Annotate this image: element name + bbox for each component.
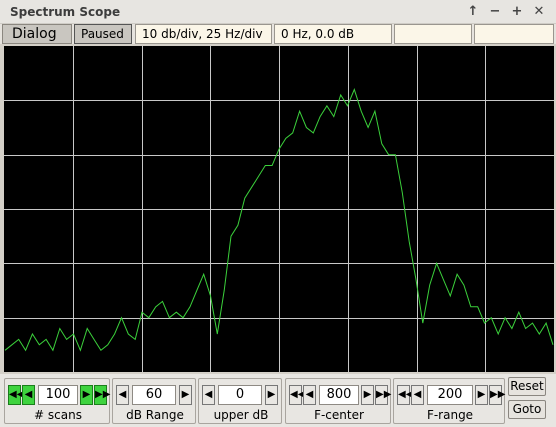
- f-range-fast-decrease-button[interactable]: ◀◀: [397, 385, 413, 405]
- upper-db-increase-button[interactable]: ▶: [265, 385, 278, 405]
- cursor-readout: 0 Hz, 0.0 dB: [274, 24, 392, 44]
- db-range-group: ◀ 60 ▶ dB Range: [112, 378, 196, 424]
- scans-decrease-button[interactable]: ◀: [22, 385, 35, 405]
- paused-button[interactable]: Paused: [74, 24, 132, 44]
- toolbar: Dialog Paused 10 db/div, 25 Hz/div 0 Hz,…: [0, 24, 556, 44]
- close-button[interactable]: ✕: [528, 3, 550, 21]
- db-range-decrease-button[interactable]: ◀: [116, 385, 129, 405]
- f-range-fast-increase-button[interactable]: ▶▶: [489, 385, 505, 405]
- scale-readout: 10 db/div, 25 Hz/div: [135, 24, 272, 44]
- db-range-value[interactable]: 60: [132, 385, 176, 405]
- f-range-value[interactable]: 200: [427, 385, 473, 405]
- f-range-label: F-range: [426, 408, 474, 422]
- dialog-button[interactable]: Dialog: [2, 24, 72, 44]
- f-range-group: ◀◀ ◀ 200 ▶ ▶▶ F-range: [393, 378, 505, 424]
- scans-group: ◀◀ ◀ 100 ▶ ▶▶ # scans: [4, 378, 110, 424]
- window-title: Spectrum Scope: [10, 5, 121, 19]
- scans-fast-increase-button[interactable]: ▶▶: [94, 385, 110, 405]
- upper-db-label: upper dB: [213, 408, 269, 422]
- f-center-label: F-center: [314, 408, 364, 422]
- title-bar: Spectrum Scope ↑ − + ✕: [0, 0, 556, 24]
- status-field-6: [474, 24, 554, 44]
- keep-above-button[interactable]: ↑: [462, 3, 484, 21]
- status-field-5: [394, 24, 472, 44]
- scans-value[interactable]: 100: [38, 385, 78, 405]
- window-buttons: ↑ − + ✕: [462, 3, 550, 21]
- reset-button[interactable]: Reset: [508, 377, 546, 396]
- f-center-fast-increase-button[interactable]: ▶▶: [375, 385, 391, 405]
- db-range-increase-button[interactable]: ▶: [179, 385, 192, 405]
- db-range-label: dB Range: [126, 408, 184, 422]
- spectrum-svg[interactable]: [4, 46, 554, 372]
- f-range-increase-button[interactable]: ▶: [475, 385, 488, 405]
- control-panel: ◀◀ ◀ 100 ▶ ▶▶ # scans ◀ 60 ▶ dB Range ◀ …: [0, 374, 556, 427]
- scans-increase-button[interactable]: ▶: [80, 385, 93, 405]
- f-center-decrease-button[interactable]: ◀: [303, 385, 316, 405]
- upper-db-value[interactable]: 0: [218, 385, 262, 405]
- scans-label: # scans: [34, 408, 82, 422]
- f-center-increase-button[interactable]: ▶: [361, 385, 374, 405]
- f-center-value[interactable]: 800: [319, 385, 359, 405]
- f-center-fast-decrease-button[interactable]: ◀◀: [289, 385, 305, 405]
- spectrum-plot[interactable]: [4, 46, 554, 372]
- minimize-button[interactable]: −: [484, 3, 506, 21]
- scans-fast-decrease-button[interactable]: ◀◀: [8, 385, 24, 405]
- goto-button[interactable]: Goto: [508, 400, 546, 419]
- f-center-group: ◀◀ ◀ 800 ▶ ▶▶ F-center: [285, 378, 391, 424]
- upper-db-group: ◀ 0 ▶ upper dB: [198, 378, 282, 424]
- f-range-decrease-button[interactable]: ◀: [411, 385, 424, 405]
- maximize-button[interactable]: +: [506, 3, 528, 21]
- upper-db-decrease-button[interactable]: ◀: [202, 385, 215, 405]
